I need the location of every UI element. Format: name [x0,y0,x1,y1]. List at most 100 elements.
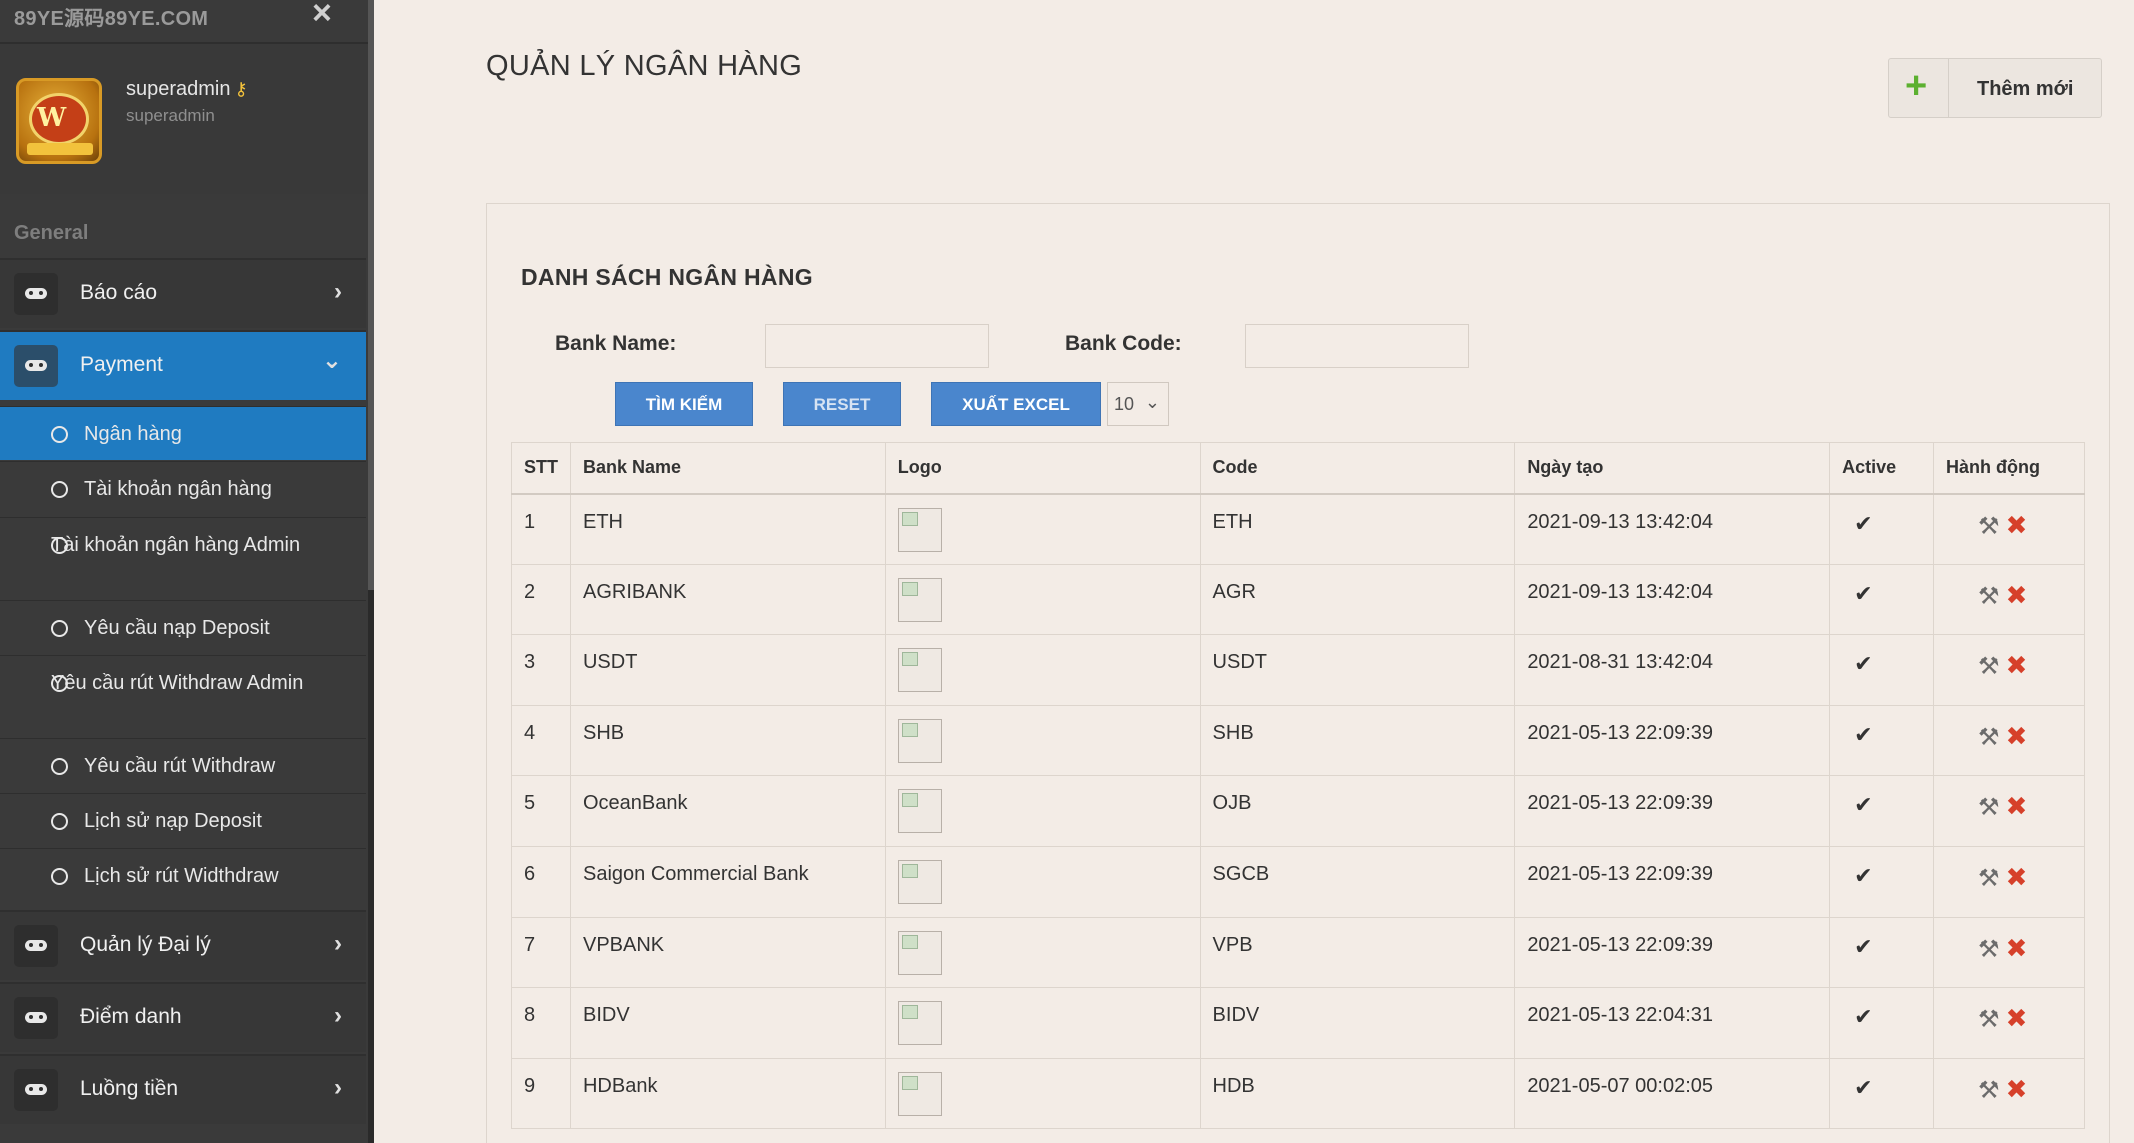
cell-code: USDT [1199,634,1516,706]
submenu-item-yeu-cau-nap-deposit[interactable]: Yêu cầu nạp Deposit [0,600,366,654]
add-new-label: Thêm mới [1977,78,2074,100]
circle-icon [51,620,68,637]
cell-code: VPB [1199,916,1516,989]
delete-icon[interactable]: ✖ [2006,862,2028,893]
edit-icon[interactable]: ⚒ [1978,512,2000,541]
edit-icon[interactable]: ⚒ [1978,935,2000,964]
user-role: superadmin [126,106,215,125]
cell-created: 2021-09-13 13:42:04 [1514,493,1831,565]
sidebar-scrollbar[interactable] [368,0,374,1143]
chevron-down-icon: ⌄ [321,347,342,374]
submenu-item-yeu-cau-rut-withdraw-admin[interactable]: Yêu cầu rút Withdraw Admin [0,655,366,737]
check-icon: ✔ [1854,1074,1873,1100]
bank-logo-image [897,859,942,904]
cell-stt: 8 [511,987,571,1059]
edit-icon[interactable]: ⚒ [1978,864,2000,893]
check-icon: ✔ [1854,721,1873,747]
table-row: 9 HDBank HDB 2021-05-07 00:02:05 ✔ ⚒ ✖ [511,1057,2085,1130]
delete-icon[interactable]: ✖ [2006,510,2028,541]
bank-code-input[interactable] [1245,324,1469,368]
cell-logo [884,493,1201,565]
edit-icon[interactable]: ⚒ [1978,652,2000,681]
col-created[interactable]: Ngày tạo [1514,442,1831,495]
delete-icon[interactable]: ✖ [2006,650,2028,681]
cell-created: 2021-08-31 13:42:04 [1514,634,1831,706]
cell-code: AGR [1199,563,1516,636]
menu-label: Quản lý Đại lý [80,933,211,956]
check-icon: ✔ [1854,862,1873,888]
edit-icon[interactable]: ⚒ [1978,1076,2000,1105]
export-excel-button[interactable]: XUẤT EXCEL [931,382,1101,426]
user-profile: W superadmin ⚷ superadmin [0,44,368,194]
submenu-item-ngan-hang[interactable]: Ngân hàng [0,406,366,460]
search-button[interactable]: TÌM KIẾM [615,382,753,426]
menu-label: Báo cáo [80,281,158,304]
col-active[interactable]: Active [1829,442,1935,495]
avatar[interactable]: W [16,78,102,164]
delete-icon[interactable]: ✖ [2006,791,2028,822]
edit-icon[interactable]: ⚒ [1978,723,2000,752]
cell-active: ✔ [1829,1057,1935,1130]
table-row: 1 ETH ETH 2021-09-13 13:42:04 ✔ ⚒ ✖ [511,493,2085,565]
submenu-item-lich-su-nap-deposit[interactable]: Lịch sử nạp Deposit [0,793,366,847]
cell-active: ✔ [1829,563,1935,636]
cell-created: 2021-05-13 22:09:39 [1514,845,1831,918]
close-icon[interactable]: × [312,0,332,30]
delete-icon[interactable]: ✖ [2006,933,2028,964]
edit-icon[interactable]: ⚒ [1978,582,2000,611]
submenu-label: Tài khoản ngân hàng [84,478,272,500]
cell-actions: ⚒ ✖ [1933,563,2085,636]
col-bank-name[interactable]: Bank Name [569,442,886,495]
cell-created: 2021-05-07 00:02:05 [1514,1057,1831,1130]
delete-icon[interactable]: ✖ [2006,580,2028,611]
edit-icon[interactable]: ⚒ [1978,793,2000,822]
col-logo[interactable]: Logo [884,442,1201,495]
check-icon: ✔ [1854,933,1873,959]
add-new-button[interactable]: + Thêm mới [1888,58,2102,118]
cell-created: 2021-05-13 22:09:39 [1514,916,1831,989]
submenu-label: Yêu cầu rút Withdraw Admin [51,672,304,694]
avatar-band [27,143,93,155]
menu-item-diem-danh[interactable]: Điểm danh › [0,982,366,1052]
cell-active: ✔ [1829,845,1935,918]
cell-actions: ⚒ ✖ [1933,987,2085,1059]
submenu-item-lich-su-rut-widthdraw[interactable]: Lịch sử rút Widthdraw [0,848,366,902]
submenu-item-tai-khoan-ngan-hang-admin[interactable]: Tài khoản ngân hàng Admin [0,517,366,599]
check-icon: ✔ [1854,651,1873,677]
check-icon: ✔ [1854,580,1873,606]
delete-icon[interactable]: ✖ [2006,721,2028,752]
gamepad-icon [25,940,47,951]
cell-actions: ⚒ ✖ [1933,1057,2085,1130]
submenu-label: Lịch sử nạp Deposit [84,810,262,832]
submenu-label: Yêu cầu nạp Deposit [84,617,270,639]
submenu-item-tai-khoan-ngan-hang[interactable]: Tài khoản ngân hàng [0,461,366,516]
cell-actions: ⚒ ✖ [1933,704,2085,777]
bank-logo-image [897,577,942,622]
delete-icon[interactable]: ✖ [2006,1003,2028,1034]
edit-icon[interactable]: ⚒ [1978,1005,2000,1034]
col-stt[interactable]: STT [511,442,571,495]
cell-actions: ⚒ ✖ [1933,845,2085,918]
scrollbar-thumb[interactable] [368,0,374,590]
table-row: 4 SHB SHB 2021-05-13 22:09:39 ✔ ⚒ ✖ [511,704,2085,777]
cell-bank-name: BIDV [569,987,886,1059]
reset-button[interactable]: RESET [783,382,901,426]
cell-bank-name: USDT [569,634,886,706]
menu-item-luong-tien[interactable]: Luồng tiền › [0,1054,366,1124]
bank-logo-image [897,1001,942,1046]
cell-bank-name: AGRIBANK [569,563,886,636]
gamepad-icon [25,1012,47,1023]
cell-created: 2021-05-13 22:09:39 [1514,775,1831,847]
page-size-select[interactable]: 10 ⌄ [1107,382,1169,426]
cell-bank-name: VPBANK [569,916,886,989]
menu-item-payment[interactable]: Payment ⌄ [0,330,366,400]
bank-name-input[interactable] [765,324,989,368]
delete-icon[interactable]: ✖ [2006,1074,2028,1105]
menu-item-bao-cao[interactable]: Báo cáo › [0,258,366,328]
menu-item-quan-ly-dai-ly[interactable]: Quản lý Đại lý › [0,910,366,980]
section-label-general: General [14,222,89,244]
cell-logo [884,916,1201,989]
submenu-item-yeu-cau-rut-withdraw[interactable]: Yêu cầu rút Withdraw [0,738,366,792]
cell-active: ✔ [1829,987,1935,1059]
col-code[interactable]: Code [1199,442,1516,495]
